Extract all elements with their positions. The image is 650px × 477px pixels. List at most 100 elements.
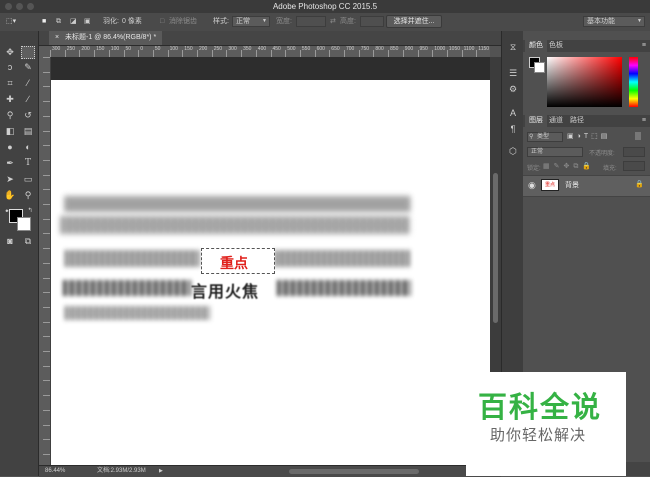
ruler-tick <box>43 439 50 441</box>
healing-brush-tool-icon[interactable]: ✚ <box>3 93 17 106</box>
swap-colors-icon[interactable]: ↰ <box>23 205 37 218</box>
antialias-checkbox[interactable]: □ <box>160 17 164 27</box>
ruler-tick <box>138 50 140 57</box>
layer-thumbnail[interactable]: 重点 <box>541 179 559 191</box>
layer-kind-filter[interactable]: ⚲ 类型 <box>527 132 563 142</box>
hue-slider[interactable] <box>629 57 638 107</box>
ruler-tick <box>43 409 50 411</box>
background-color-swatch[interactable] <box>17 217 31 231</box>
close-icon[interactable]: × <box>55 34 59 41</box>
type-tool-icon[interactable]: T <box>21 157 35 170</box>
new-selection-icon[interactable]: ■ <box>42 17 46 27</box>
blend-mode-select[interactable]: 正常 <box>527 147 583 157</box>
quick-mask-icon[interactable]: ◙ <box>3 235 17 248</box>
move-tool-icon[interactable]: ✥ <box>3 46 17 59</box>
document-info: 文档:2.93M/2.93M <box>97 468 146 474</box>
ruler-label: 300 <box>52 46 61 52</box>
ruler-tick <box>43 424 50 426</box>
eyedropper-tool-icon[interactable]: ⁄ <box>21 77 35 90</box>
panel-menu-icon[interactable]: ≡ <box>642 40 646 52</box>
adjustments-panel-icon[interactable]: ☰ <box>506 67 520 79</box>
workspace-select[interactable]: 基本功能 ▼ <box>583 16 645 27</box>
add-selection-icon[interactable]: ⧉ <box>56 17 61 27</box>
filter-toggle[interactable] <box>635 132 641 140</box>
gradient-tool-icon[interactable]: ▤ <box>21 125 35 138</box>
ruler-label: 950 <box>419 46 428 52</box>
horizontal-scrollbar[interactable] <box>289 469 419 474</box>
ruler-label: 400 <box>257 46 267 52</box>
tab-swatches[interactable]: 色板 <box>545 40 567 52</box>
tab-channels[interactable]: 通道 <box>545 115 567 127</box>
ruler-tick <box>123 50 125 57</box>
hand-tool-icon[interactable]: ✋ <box>3 189 17 202</box>
ruler-tick <box>43 306 50 308</box>
feather-value[interactable]: 0 像素 <box>122 17 142 27</box>
pen-tool-icon[interactable]: ✒ <box>3 157 17 170</box>
antialias-label: 消除锯齿 <box>169 18 197 25</box>
maximize-window-button[interactable] <box>27 3 34 10</box>
select-and-mask-button[interactable]: 选择并遮住... <box>386 15 442 28</box>
ruler-tick <box>197 50 198 57</box>
panel-menu-icon[interactable]: ≡ <box>642 115 646 127</box>
layer-name[interactable]: 背景 <box>565 180 579 190</box>
blur-streak <box>277 280 411 296</box>
character-panel-icon[interactable]: A <box>506 107 520 119</box>
path-selection-tool-icon[interactable]: ➤ <box>3 173 17 186</box>
brush-tool-icon[interactable]: ∕ <box>21 93 35 106</box>
zoom-tool-icon[interactable]: ⚲ <box>21 189 35 202</box>
document-tab[interactable]: × 未标题-1 @ 86.4%(RGB/8*) * <box>49 31 163 45</box>
eraser-tool-icon[interactable]: ◧ <box>3 125 17 138</box>
blur-tool-icon[interactable]: ● <box>3 141 17 154</box>
status-menu-icon[interactable]: ▶ <box>159 466 163 477</box>
ruler-origin[interactable] <box>39 46 50 57</box>
ruler-label: 450 <box>272 46 281 52</box>
history-panel-icon[interactable]: ⧖ <box>506 41 520 53</box>
scrollbar-thumb[interactable] <box>493 173 498 323</box>
lock-icons[interactable]: ▦✎✥⧉🔒 <box>543 162 595 171</box>
history-brush-tool-icon[interactable]: ↺ <box>21 109 35 122</box>
eye-icon[interactable]: ◉ <box>528 180 536 191</box>
layer-row-background[interactable]: ◉ 重点 背景 🔒 <box>523 175 650 197</box>
tab-paths[interactable]: 路径 <box>566 115 588 127</box>
rectangle-tool-icon[interactable]: ▭ <box>21 173 35 186</box>
title-bar: Adobe Photoshop CC 2015.5 <box>0 0 650 13</box>
tab-layers[interactable]: 图层 <box>525 115 547 127</box>
options-bar: ⬚▾ ■ ⧉ ◪ ▣ 羽化: 0 像素 □ 消除锯齿 样式: 正常 ▼ 宽度: … <box>0 13 650 32</box>
paragraph-panel-icon[interactable]: ¶ <box>506 123 520 135</box>
quick-selection-tool-icon[interactable]: ✎ <box>21 61 35 74</box>
rectangular-marquee-tool-icon[interactable] <box>21 46 35 59</box>
lasso-tool-icon[interactable]: ↄ <box>3 61 17 74</box>
selection-marquee[interactable]: 重点 <box>201 248 275 274</box>
color-picker-field[interactable] <box>547 57 622 107</box>
ruler-tick <box>43 101 50 103</box>
properties-panel-icon[interactable]: ⚙ <box>506 83 520 95</box>
clone-stamp-tool-icon[interactable]: ⚲ <box>3 109 17 122</box>
close-window-button[interactable] <box>5 3 12 10</box>
marquee-tool-preset-icon[interactable]: ⬚▾ <box>6 17 16 27</box>
ruler-tick <box>314 50 316 57</box>
subtract-selection-icon[interactable]: ◪ <box>70 17 77 27</box>
blur-streak <box>61 216 411 234</box>
dodge-tool-icon[interactable]: ◐ <box>21 141 35 154</box>
ruler-tick <box>43 292 50 294</box>
document-canvas[interactable]: 言用火焦 重点 <box>51 80 490 465</box>
3d-panel-icon[interactable]: ⬡ <box>506 145 520 157</box>
width-input[interactable] <box>296 16 326 27</box>
opacity-input[interactable] <box>623 147 645 157</box>
layers-panel-tabs: 图层 通道 路径 ≡ <box>523 115 650 127</box>
filter-icons[interactable]: ▣◑T⬚▤ <box>567 132 610 140</box>
panel-bg-swatch[interactable] <box>534 62 545 73</box>
vertical-ruler[interactable] <box>39 57 51 465</box>
ruler-label: 50 <box>125 46 132 52</box>
tab-color[interactable]: 颜色 <box>525 40 547 52</box>
zoom-level[interactable]: 86.44% <box>45 466 65 477</box>
fill-input[interactable] <box>623 161 645 171</box>
minimize-window-button[interactable] <box>16 3 23 10</box>
height-input[interactable] <box>360 16 384 27</box>
style-select[interactable]: 正常 ▼ <box>232 16 270 27</box>
tools-panel: ✥ ↄ ✎ ⌗ ⁄ ✚ ∕ ⚲ ↺ ◧ ▤ ● ◐ ✒ T ➤ ▭ ✋ ⚲ ••… <box>0 31 39 476</box>
intersect-selection-icon[interactable]: ▣ <box>84 17 91 27</box>
swap-dimensions-icon[interactable]: ⇄ <box>330 17 336 27</box>
screen-mode-icon[interactable]: ⧉ <box>21 235 35 248</box>
crop-tool-icon[interactable]: ⌗ <box>3 77 17 90</box>
